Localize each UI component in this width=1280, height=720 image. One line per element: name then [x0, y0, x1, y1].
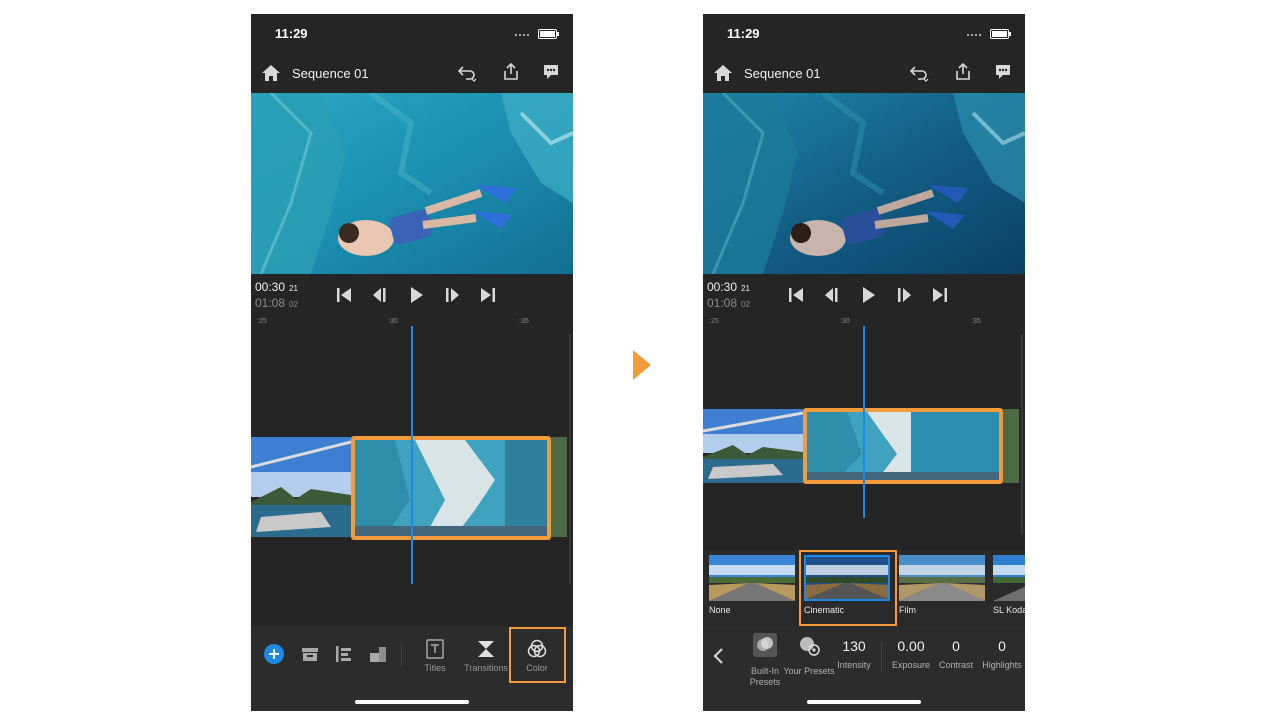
timeline-scrollbar[interactable] — [1021, 334, 1023, 534]
ruler-mark: :30 — [388, 318, 398, 325]
preset-thumbnail — [899, 555, 985, 601]
playhead[interactable] — [863, 326, 865, 518]
built-in-presets-icon — [753, 633, 777, 657]
play-icon[interactable] — [405, 284, 427, 306]
step-forward-icon[interactable] — [441, 284, 463, 306]
transport-controls — [333, 284, 503, 306]
status-indicators — [967, 28, 1011, 40]
highlights-control[interactable]: 0 Highlights — [976, 638, 1025, 670]
home-icon[interactable] — [261, 64, 281, 82]
ruler-mark: :25 — [257, 318, 267, 325]
home-icon[interactable] — [713, 64, 733, 82]
status-time: 11:29 — [275, 26, 308, 41]
ruler-mark: :30 — [840, 318, 850, 325]
preset-label: Film — [899, 605, 916, 615]
home-indicator[interactable] — [807, 700, 921, 704]
preset-label: None — [709, 605, 731, 615]
app-header: Sequence 01 — [703, 58, 1025, 90]
share-icon[interactable] — [953, 62, 973, 82]
selected-clip[interactable] — [351, 436, 551, 540]
preset-thumbnail — [709, 555, 795, 601]
crop-icon[interactable] — [367, 643, 389, 665]
toolbar-divider — [401, 644, 402, 666]
color-label: Color — [526, 663, 548, 673]
step-back-icon[interactable] — [821, 284, 843, 306]
chat-icon[interactable] — [993, 62, 1013, 82]
transitions-icon[interactable] — [475, 638, 497, 660]
titles-icon[interactable] — [424, 638, 446, 660]
timeline-clip-next[interactable] — [1003, 409, 1019, 483]
signal-icon — [515, 34, 531, 36]
selected-clip[interactable] — [803, 408, 1003, 484]
media-icon[interactable] — [299, 643, 321, 665]
timecode: 00:30 21 01:08 02 — [255, 280, 298, 312]
color-controls-bar: Built-In Presets Your Presets 130 Intens… — [703, 626, 1025, 711]
ruler-mark: :35 — [519, 318, 529, 325]
timecode: 00:30 21 01:08 02 — [707, 280, 750, 312]
step-back-icon[interactable] — [369, 284, 391, 306]
transport-controls — [785, 284, 955, 306]
share-icon[interactable] — [501, 62, 521, 82]
intensity-control[interactable]: 130 Intensity — [828, 638, 880, 670]
video-preview[interactable] — [703, 93, 1025, 274]
play-icon[interactable] — [857, 284, 879, 306]
ruler-mark: :25 — [709, 318, 719, 325]
phone-before: 11:29 Sequence 01 00:30 21 01:08 02:25 … — [251, 14, 573, 711]
step-forward-icon[interactable] — [893, 284, 915, 306]
phone-after: 11:29 Sequence 01 00:30 21 01:08 02:25 … — [703, 14, 1025, 711]
color-icon[interactable] — [526, 638, 548, 660]
back-chevron-icon[interactable] — [711, 646, 727, 666]
battery-icon — [990, 29, 1011, 39]
status-time: 11:29 — [727, 26, 760, 41]
duration-time: 01:08 02 — [255, 296, 298, 310]
duration-time: 01:08 02 — [707, 296, 750, 310]
timeline-clip-boat[interactable] — [251, 437, 351, 537]
home-indicator[interactable] — [355, 700, 469, 704]
bottom-toolbar: Titles Transitions Color — [251, 626, 573, 711]
align-icon[interactable] — [333, 643, 355, 665]
sequence-title[interactable]: Sequence 01 — [292, 66, 369, 81]
chat-icon[interactable] — [541, 62, 561, 82]
playhead[interactable] — [411, 326, 413, 584]
timeline-clip-boat[interactable] — [703, 409, 803, 483]
current-time: 00:30 21 — [707, 280, 750, 294]
battery-icon — [538, 29, 559, 39]
arrow-right-icon — [633, 350, 651, 380]
contrast-control[interactable]: 0 Contrast — [930, 638, 982, 670]
add-icon[interactable] — [263, 643, 285, 665]
preset-film[interactable]: Film — [899, 555, 985, 625]
skip-start-icon[interactable] — [785, 284, 807, 306]
app-header: Sequence 01 — [251, 58, 573, 90]
preset-label: SL Koda — [993, 605, 1025, 615]
params-divider — [881, 642, 882, 672]
preset-thumbnail — [993, 555, 1025, 601]
undo-icon[interactable] — [457, 62, 477, 82]
video-preview[interactable] — [251, 93, 573, 274]
timeline-scrollbar[interactable] — [569, 334, 571, 584]
skip-start-icon[interactable] — [333, 284, 355, 306]
undo-icon[interactable] — [909, 62, 929, 82]
skip-end-icon[interactable] — [477, 284, 499, 306]
timeline-clip-next[interactable] — [551, 437, 567, 537]
sequence-title[interactable]: Sequence 01 — [744, 66, 821, 81]
current-time: 00:30 21 — [255, 280, 298, 294]
selected-preset-highlight — [799, 550, 897, 626]
signal-icon — [967, 34, 983, 36]
preset-sl-koda[interactable]: SL Koda — [993, 555, 1025, 625]
ruler-mark: :35 — [971, 318, 981, 325]
skip-end-icon[interactable] — [929, 284, 951, 306]
status-indicators — [515, 28, 559, 40]
preset-none[interactable]: None — [709, 555, 795, 625]
your-presets-icon — [800, 637, 820, 656]
